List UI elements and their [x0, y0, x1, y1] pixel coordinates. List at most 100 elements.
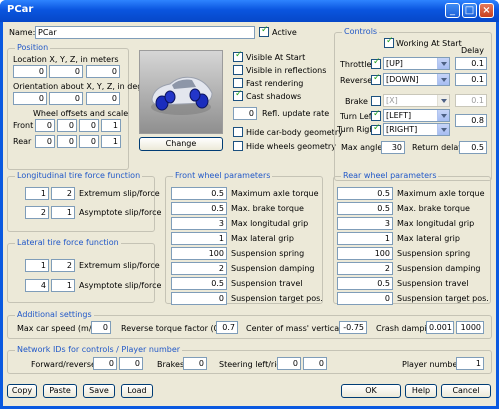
rear-offset-z-input[interactable]: 0: [79, 135, 99, 148]
rear-wheel-value-input[interactable]: 2: [337, 262, 393, 275]
front-wheel-value-input[interactable]: 1: [171, 232, 227, 245]
turn-right-key-select[interactable]: [RIGHT]: [383, 123, 450, 136]
throttle-key-select[interactable]: [UP]: [383, 57, 450, 70]
front-wheel-value-input[interactable]: 0.5: [171, 202, 227, 215]
lat-extremum-slip-input[interactable]: 1: [25, 259, 49, 272]
paste-button[interactable]: Paste: [43, 384, 77, 398]
fast-rendering-checkbox[interactable]: [233, 78, 243, 88]
reverse-torque-input[interactable]: 0.7: [216, 321, 238, 334]
cancel-button[interactable]: Cancel: [441, 384, 491, 398]
car-icon: [151, 76, 213, 115]
reverse-checkbox[interactable]: [371, 73, 381, 85]
throttle-delay-input[interactable]: 0.1: [455, 57, 487, 70]
chevron-down-icon: [437, 124, 449, 135]
change-button[interactable]: Change: [139, 137, 223, 151]
reverse-label: Reverse: [340, 76, 373, 85]
visible-in-reflections-checkbox[interactable]: [233, 65, 243, 75]
rear-wheel-value-input[interactable]: 0: [337, 292, 393, 305]
brake-label: Brake: [345, 97, 368, 106]
lat-extremum-force-input[interactable]: 2: [51, 259, 75, 272]
hide-wheels-label: Hide wheels geometry: [246, 142, 336, 151]
lat-asymptote-force-input[interactable]: 1: [51, 279, 75, 292]
reverse-delay-input[interactable]: 0.1: [455, 73, 487, 86]
chevron-down-icon: [437, 110, 449, 121]
reverse-id-input[interactable]: 0: [119, 357, 143, 370]
steering-right-id-input[interactable]: 0: [303, 357, 327, 370]
front-offset-z-input[interactable]: 0: [79, 119, 99, 132]
close-button[interactable]: ×: [479, 3, 494, 18]
copy-button[interactable]: Copy: [7, 384, 37, 398]
front-offset-y-input[interactable]: 0: [57, 119, 77, 132]
front-scale-input[interactable]: 1: [101, 119, 121, 132]
rear-wheel-value-input[interactable]: 0.5: [337, 187, 393, 200]
visible-at-start-checkbox[interactable]: [233, 50, 243, 62]
rear-label: Rear: [13, 137, 32, 146]
longitudinal-title: Longitudinal tire force function: [15, 171, 143, 180]
name-input[interactable]: PCar: [35, 26, 255, 39]
refl-update-rate-label: Refl. update rate: [262, 109, 330, 118]
front-wheel-value-input[interactable]: 3: [171, 217, 227, 230]
front-wheel-param-label: Max longitudal grip: [231, 219, 309, 228]
crash-damping-input-2[interactable]: 1000: [456, 321, 484, 334]
front-wheel-value-input[interactable]: 0: [171, 292, 227, 305]
turn-left-key-select[interactable]: [LEFT]: [383, 109, 450, 122]
orientation-y-input[interactable]: 0: [49, 92, 83, 105]
front-wheel-value-input[interactable]: 100: [171, 247, 227, 260]
steering-left-id-input[interactable]: 0: [277, 357, 301, 370]
center-mass-input[interactable]: -0.75: [339, 321, 367, 334]
active-checkbox[interactable]: [259, 25, 269, 37]
front-wheel-value-input[interactable]: 0.5: [171, 277, 227, 290]
ok-button[interactable]: OK: [341, 384, 401, 398]
location-x-input[interactable]: 0: [13, 65, 47, 78]
cast-shadows-label: Cast shadows: [246, 92, 302, 101]
rear-wheel-value-input[interactable]: 1: [337, 232, 393, 245]
turn-left-checkbox[interactable]: [371, 109, 381, 121]
rear-scale-input[interactable]: 1: [101, 135, 121, 148]
load-button[interactable]: Load: [121, 384, 153, 398]
front-wheel-param-label: Max. brake torque: [231, 204, 304, 213]
forward-id-input[interactable]: 0: [93, 357, 117, 370]
rear-wheel-value-input[interactable]: 3: [337, 217, 393, 230]
title-bar[interactable]: PCar _ □ ×: [0, 0, 499, 22]
minimize-button[interactable]: _: [445, 3, 460, 18]
turn-right-checkbox[interactable]: [371, 123, 381, 135]
refl-update-rate-input[interactable]: 0: [233, 107, 257, 120]
player-number-input[interactable]: 1: [456, 357, 484, 370]
long-asymptote-force-input[interactable]: 1: [51, 206, 75, 219]
max-angle-input[interactable]: 30: [381, 141, 405, 154]
max-speed-input[interactable]: 0: [91, 321, 111, 334]
hide-wheels-checkbox[interactable]: [233, 141, 243, 151]
orientation-z-input[interactable]: 0: [86, 92, 120, 105]
hide-car-body-checkbox[interactable]: [233, 127, 243, 137]
brakes-id-input[interactable]: 0: [183, 357, 207, 370]
front-wheel-value-input[interactable]: 2: [171, 262, 227, 275]
orientation-x-input[interactable]: 0: [13, 92, 47, 105]
rear-offset-y-input[interactable]: 0: [57, 135, 77, 148]
maximize-button[interactable]: □: [462, 3, 477, 18]
cast-shadows-checkbox[interactable]: [233, 89, 243, 101]
location-y-input[interactable]: 0: [49, 65, 83, 78]
brake-checkbox[interactable]: [371, 96, 381, 106]
return-delay-input[interactable]: 0.5: [459, 141, 487, 154]
long-extremum-slip-input[interactable]: 1: [25, 187, 49, 200]
rear-wheel-value-input[interactable]: 100: [337, 247, 393, 260]
brake-delay-input[interactable]: 0.1: [455, 94, 487, 107]
long-asymptote-slip-input[interactable]: 2: [25, 206, 49, 219]
throttle-checkbox[interactable]: [371, 57, 381, 69]
rear-wheel-value-input[interactable]: 0.5: [337, 277, 393, 290]
help-button[interactable]: Help: [405, 384, 437, 398]
reverse-key-select[interactable]: [DOWN]: [383, 73, 450, 86]
location-z-input[interactable]: 0: [86, 65, 120, 78]
rear-offset-x-input[interactable]: 0: [35, 135, 55, 148]
rear-wheel-value-input[interactable]: 0.5: [337, 202, 393, 215]
lat-asymptote-slip-input[interactable]: 4: [25, 279, 49, 292]
turn-delay-input[interactable]: 0.8: [455, 114, 487, 127]
brake-key-select[interactable]: [X]: [383, 94, 450, 107]
rear-wheel-param-label: Max longitudal grip: [397, 219, 475, 228]
crash-damping-input-1[interactable]: 0.001: [426, 321, 454, 334]
long-extremum-force-input[interactable]: 2: [51, 187, 75, 200]
save-button[interactable]: Save: [83, 384, 115, 398]
working-at-start-checkbox[interactable]: [384, 36, 394, 48]
front-wheel-value-input[interactable]: 0.5: [171, 187, 227, 200]
front-offset-x-input[interactable]: 0: [35, 119, 55, 132]
